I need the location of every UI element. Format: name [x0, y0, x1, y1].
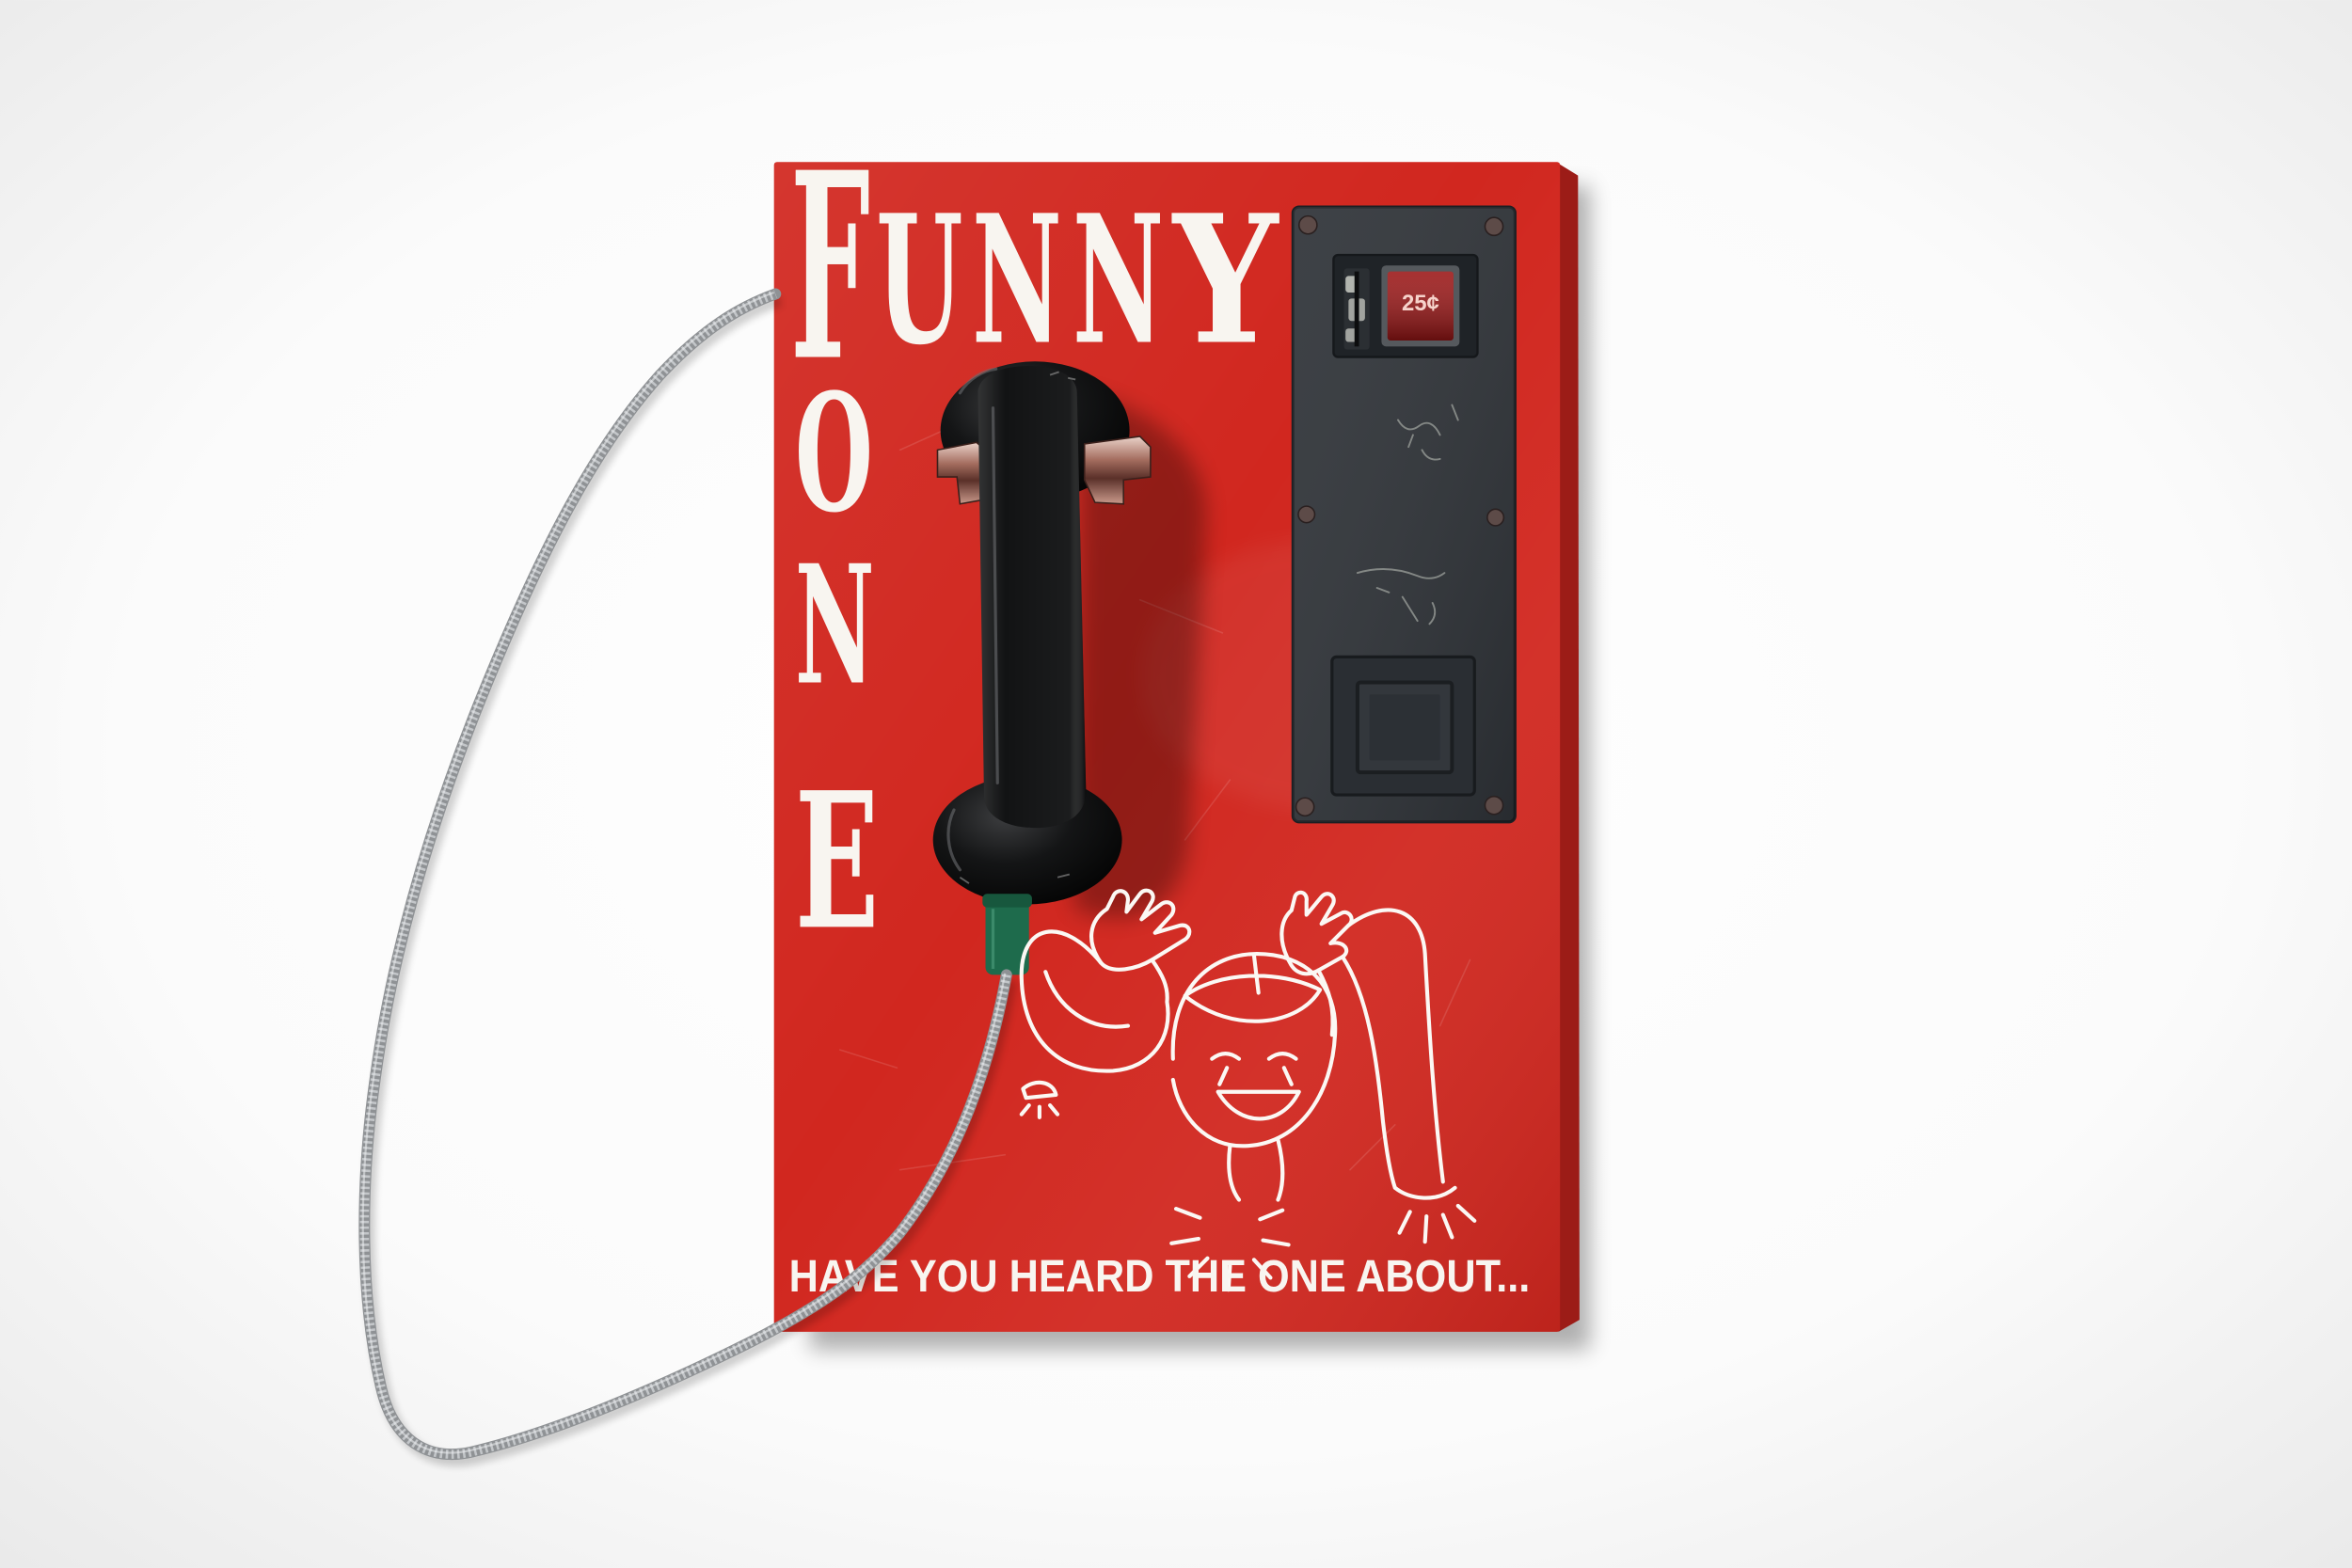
- sign-letter-n: N: [795, 529, 875, 721]
- plate-bolt: [1297, 505, 1316, 524]
- plate-bolt: [1295, 797, 1315, 817]
- plate-bolt: [1484, 216, 1504, 237]
- cord-strain-relief-boot: [982, 894, 1032, 975]
- sign-letter-n: N: [972, 177, 1062, 385]
- sign-letter-n: N: [1073, 177, 1164, 385]
- plate-bolt: [1486, 508, 1505, 527]
- coin-slot: [1343, 268, 1370, 350]
- panel-side-edge: [1558, 163, 1580, 1332]
- sign-letter-y: Y: [1171, 177, 1280, 385]
- photo-scene: FUNNY FONE 25¢ HAVE YOU HEARD THE ONE AB…: [0, 0, 2352, 1568]
- plate-bolt: [1297, 214, 1318, 235]
- sign-letter-e: E: [795, 752, 879, 972]
- sign-letter-u: U: [876, 177, 962, 385]
- coin-mechanism: 25¢: [1291, 205, 1517, 824]
- coin-return-flap: [1369, 694, 1440, 761]
- sign-title-down: FONE: [790, 117, 879, 972]
- sign-letter-o: O: [795, 357, 873, 548]
- price-label: 25¢: [1402, 291, 1439, 316]
- sign-tagline: HAVE YOU HEARD THE ONE ABOUT...: [789, 1252, 1531, 1302]
- plate-bolt: [1484, 795, 1504, 816]
